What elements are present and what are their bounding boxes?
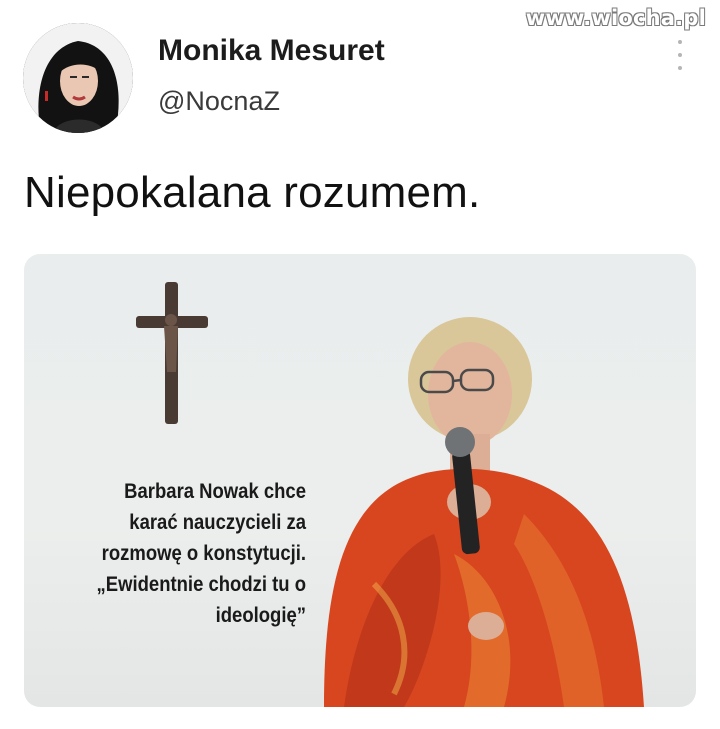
- caption-line: „Ewidentnie chodzi tu o: [96, 573, 306, 596]
- avatar-portrait-icon: [23, 23, 133, 133]
- tweet-media-image[interactable]: Barbara Nowak chce karać nauczycieli za …: [24, 254, 696, 707]
- caption-line: Barbara Nowak chce: [124, 480, 306, 503]
- tweet-text: Niepokalana rozumem.: [24, 168, 481, 217]
- avatar[interactable]: [23, 23, 133, 133]
- author-handle[interactable]: @NocnaZ: [158, 86, 280, 117]
- media-caption: Barbara Nowak chce karać nauczycieli za …: [42, 476, 306, 631]
- author-name[interactable]: Monika Mesuret: [158, 34, 385, 68]
- more-vertical-icon[interactable]: [676, 40, 684, 70]
- crucifix-icon: [136, 282, 208, 424]
- tweet-card: www.wiocha.pl Monika Mesuret @NocnaZ Nie…: [0, 0, 720, 729]
- caption-line: rozmowę o konstytucji.: [101, 542, 306, 565]
- caption-line: ideologię”: [215, 604, 306, 627]
- watermark: www.wiocha.pl: [525, 6, 706, 30]
- caption-line: karać nauczycieli za: [129, 511, 306, 534]
